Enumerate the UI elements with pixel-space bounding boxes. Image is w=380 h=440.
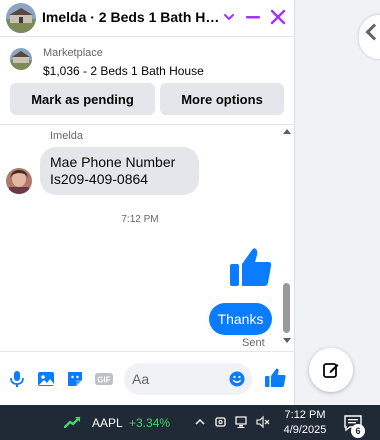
emoji-icon[interactable] [229,371,245,387]
listing-thumbnail[interactable] [10,48,32,70]
more-options-button[interactable]: More options [160,83,284,115]
clock-date[interactable]: 4/9/2025 [280,424,330,436]
chat-window: Imelda · 2 Beds 1 Bath Hou… Marketplace … [0,0,295,405]
chat-title[interactable]: Imelda · 2 Beds 1 Bath Hou… [42,9,220,25]
message-scrollbar[interactable] [280,125,293,350]
message-input[interactable] [132,369,222,389]
stock-change[interactable]: +3.34% [129,416,170,430]
volume-muted-icon[interactable] [256,415,270,429]
message-input-wrapper [124,363,252,395]
close-icon[interactable] [268,7,288,27]
notification-badge: 6 [351,424,365,438]
listing-source-label: Marketplace [43,47,103,59]
chevron-left-icon [365,23,380,41]
scroll-up-icon[interactable] [283,129,291,134]
message-composer: GIF [0,351,295,405]
listing-description[interactable]: $1,036 - 2 Beds 1 Bath House [43,64,204,78]
chevron-up-icon[interactable] [193,415,207,429]
sender-name: Imelda [50,130,84,142]
sticker-icon[interactable] [66,370,84,388]
stock-trend-icon[interactable] [64,416,82,428]
minimize-icon[interactable] [244,8,262,26]
svg-text:GIF: GIF [97,376,110,385]
sender-avatar[interactable] [6,168,32,194]
stock-ticker[interactable]: AAPL [92,416,123,430]
scroll-thumb[interactable] [283,283,290,333]
meet-now-icon[interactable] [214,415,228,429]
mark-as-pending-button[interactable]: Mark as pending [10,83,155,115]
thumbs-up-icon[interactable] [228,245,274,291]
chat-header: Imelda · 2 Beds 1 Bath Hou… [0,0,295,37]
contact-avatar[interactable] [6,3,36,33]
incoming-message-line: Is209-409-0864 [50,171,149,187]
microphone-icon[interactable] [8,370,26,388]
message-timestamp: 7:12 PM [121,214,159,225]
page-background [295,0,380,405]
new-message-button[interactable] [309,348,353,392]
network-icon[interactable] [235,415,249,429]
outgoing-message-bubble[interactable]: Thanks [209,303,272,335]
taskbar: AAPL +3.34% 7:12 PM 4/9/2025 6 [0,405,380,440]
incoming-message-bubble[interactable]: Mae Phone Number Is209-409-0864 [40,147,199,195]
marketplace-listing: Marketplace $1,036 - 2 Beds 1 Bath House… [0,38,295,124]
message-list: Imelda Mae Phone Number Is209-409-0864 7… [0,125,295,350]
like-button-icon[interactable] [264,367,286,389]
compose-icon [323,363,339,378]
scroll-down-icon[interactable] [283,338,291,343]
clock-time[interactable]: 7:12 PM [280,409,330,421]
gif-icon[interactable]: GIF [95,370,113,388]
incoming-message-line: Mae Phone Number [50,154,176,170]
message-status: Sent [242,337,265,349]
chevron-down-icon[interactable] [222,10,236,24]
photo-icon[interactable] [37,370,55,388]
